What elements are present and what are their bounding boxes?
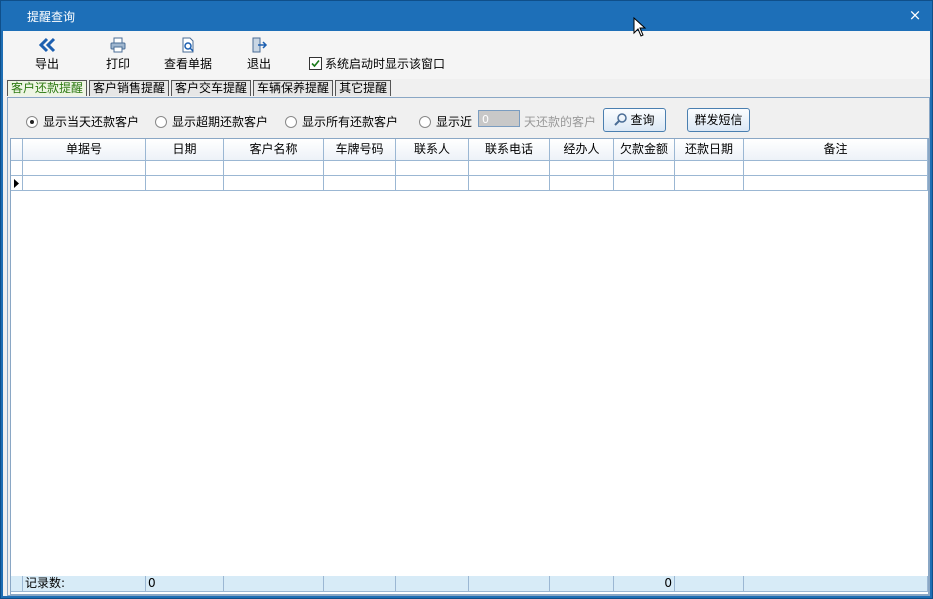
query-label: 查询 <box>630 113 655 127</box>
radio-dot[interactable] <box>419 115 431 128</box>
days-suffix-label: 天还款的客户 <box>524 115 597 129</box>
col-header-customer-name[interactable]: 客户名称 <box>224 139 324 161</box>
exit-door-icon <box>252 37 268 53</box>
startup-show-label: 系统启动时显示该窗口 <box>325 57 446 71</box>
col-header-date[interactable]: 日期 <box>146 139 224 161</box>
title-bar: 提醒查询 × <box>1 1 932 31</box>
radio-today-label: 显示当天还款客户 <box>43 115 140 129</box>
window-title: 提醒查询 <box>27 10 76 24</box>
printer-icon <box>110 37 126 53</box>
radio-overdue-label: 显示超期还款客户 <box>172 115 269 129</box>
current-row-arrow-icon <box>14 179 19 188</box>
toolbar: 导出 打印 查看单据 退出 系统启动时显示该窗口 <box>3 31 930 79</box>
col-header-contact[interactable]: 联系人 <box>396 139 469 161</box>
radio-dot[interactable] <box>26 115 38 128</box>
main-window: 提醒查询 × 导出 打印 查看单据 退出 系统启动时显示该窗口 客户还款提醒 客… <box>0 0 933 599</box>
group-sms-button[interactable]: 群发短信 <box>687 108 750 132</box>
record-count-label: 记录数: <box>23 576 146 592</box>
table-row[interactable] <box>11 161 928 176</box>
exit-button[interactable]: 退出 <box>243 37 275 75</box>
radio-overdue[interactable]: 显示超期还款客户 <box>155 113 268 130</box>
tab-maintenance-reminder[interactable]: 车辆保养提醒 <box>253 80 334 96</box>
client-area: 导出 打印 查看单据 退出 系统启动时显示该窗口 客户还款提醒 客户销售提醒 客… <box>3 31 930 596</box>
radio-all[interactable]: 显示所有还款客户 <box>285 113 398 130</box>
grid-footer-row: 记录数: 0 0 <box>11 576 928 592</box>
startup-show-checkbox[interactable]: 系统启动时显示该窗口 <box>309 55 445 72</box>
radio-today[interactable]: 显示当天还款客户 <box>26 113 139 130</box>
col-header-doc-no[interactable]: 单据号 <box>23 139 146 161</box>
radio-dot[interactable] <box>285 115 297 128</box>
tab-other-reminder[interactable]: 其它提醒 <box>335 80 392 96</box>
mouse-cursor-icon <box>633 17 647 37</box>
checkmark-icon <box>311 59 320 68</box>
export-label: 导出 <box>34 57 59 71</box>
print-button[interactable]: 打印 <box>102 37 134 75</box>
radio-all-label: 显示所有还款客户 <box>302 115 399 129</box>
row-indicator <box>11 161 23 176</box>
view-document-label: 查看单据 <box>163 57 212 71</box>
payment-reminder-panel: 显示当天还款客户 显示超期还款客户 显示所有还款客户 显示近 0 天还款的客户 <box>7 97 930 596</box>
double-chevron-left-icon <box>38 37 56 53</box>
debt-amount-total: 0 <box>614 576 675 592</box>
radio-dot[interactable] <box>155 115 167 128</box>
reminder-tabs: 客户还款提醒 客户销售提醒 客户交车提醒 车辆保养提醒 其它提醒 <box>7 80 393 97</box>
col-header-phone[interactable]: 联系电话 <box>469 139 550 161</box>
col-header-plate-no[interactable]: 车牌号码 <box>324 139 396 161</box>
query-button[interactable]: 查询 <box>603 108 666 132</box>
footer-indicator <box>11 576 23 592</box>
checkbox-box[interactable] <box>309 57 322 70</box>
grid-header-row: 单据号 日期 客户名称 车牌号码 联系人 联系电话 经办人 欠款金额 还款日期 … <box>11 139 928 161</box>
payment-reminder-grid[interactable]: 单据号 日期 客户名称 车牌号码 联系人 联系电话 经办人 欠款金额 还款日期 … <box>10 138 929 595</box>
export-button[interactable]: 导出 <box>31 37 63 75</box>
col-header-repay-date[interactable]: 还款日期 <box>675 139 744 161</box>
tab-payment-reminder[interactable]: 客户还款提醒 <box>7 80 88 96</box>
exit-label: 退出 <box>246 57 271 71</box>
row-indicator-header <box>11 139 23 161</box>
row-indicator-current <box>11 176 23 191</box>
tab-delivery-reminder[interactable]: 客户交车提醒 <box>171 80 252 96</box>
radio-recent[interactable]: 显示近 <box>419 113 472 130</box>
view-document-button[interactable]: 查看单据 <box>161 37 215 75</box>
close-button[interactable]: × <box>906 6 924 24</box>
col-header-remarks[interactable]: 备注 <box>744 139 928 161</box>
record-count-value: 0 <box>146 576 224 592</box>
table-row-new[interactable] <box>11 176 928 191</box>
filter-bar: 显示当天还款客户 显示超期还款客户 显示所有还款客户 显示近 0 天还款的客户 <box>8 98 929 138</box>
radio-recent-label: 显示近 <box>436 115 473 129</box>
print-label: 打印 <box>105 57 130 71</box>
document-search-icon <box>182 37 194 53</box>
days-input[interactable]: 0 <box>478 110 520 127</box>
col-header-handler[interactable]: 经办人 <box>550 139 614 161</box>
col-header-debt-amount[interactable]: 欠款金额 <box>614 139 675 161</box>
tab-sales-reminder[interactable]: 客户销售提醒 <box>89 80 170 96</box>
magnifier-icon <box>614 113 628 126</box>
